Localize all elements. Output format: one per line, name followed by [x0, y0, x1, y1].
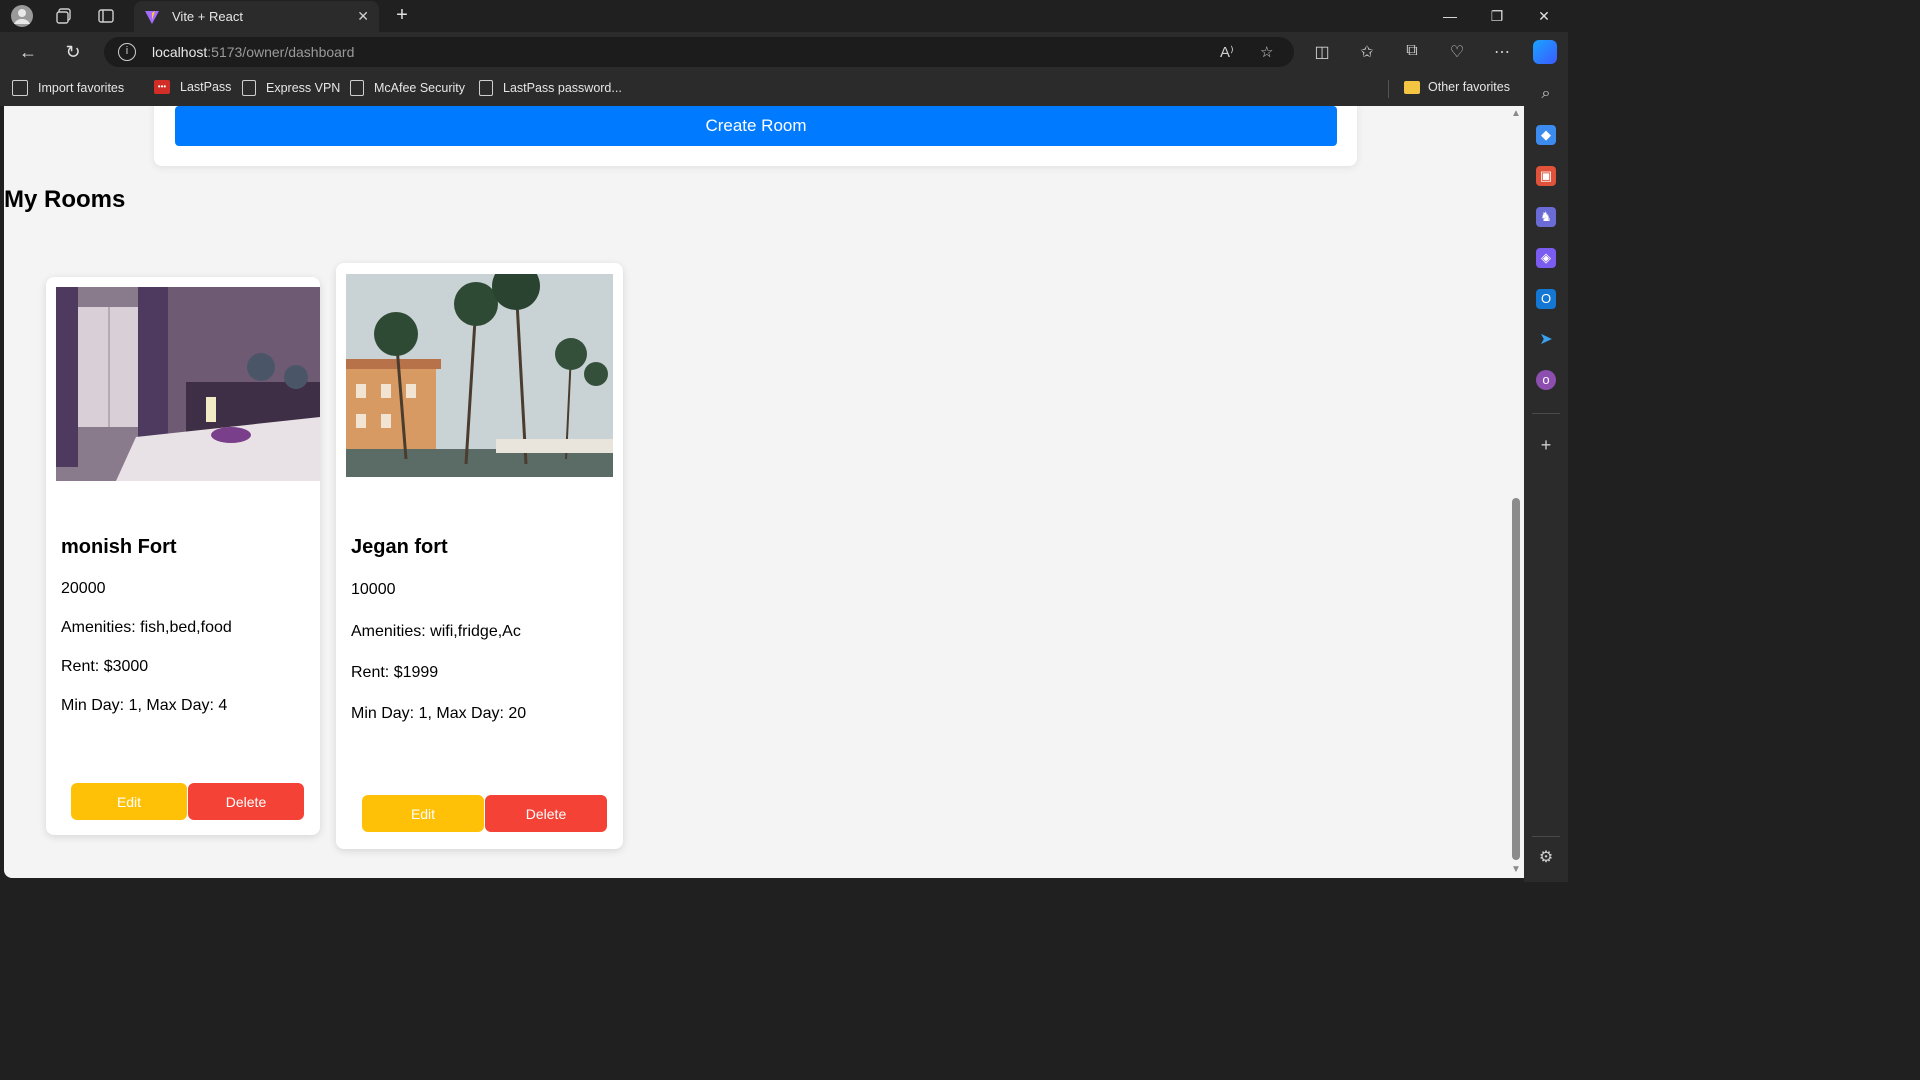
site-info-icon[interactable]: i	[118, 43, 136, 61]
sidebar-divider	[1532, 836, 1560, 837]
my-rooms-heading: My Rooms	[4, 186, 126, 213]
bookmark-other-favorites[interactable]: Other favorites	[1404, 80, 1510, 94]
collections-icon[interactable]: ⧉	[1401, 42, 1423, 60]
page-viewport: Create Room My Rooms monish Fort 20000 A…	[4, 106, 1510, 878]
room-rent: Rent: $1999	[351, 664, 439, 681]
room-days: Min Day: 1, Max Day: 4	[61, 697, 228, 714]
close-tab-icon[interactable]: ✕	[357, 8, 369, 25]
bookmark-lastpass-password[interactable]: LastPass password...	[479, 80, 622, 96]
more-menu-icon[interactable]: ⋯	[1491, 42, 1513, 62]
favorite-star-icon[interactable]: ☆	[1260, 43, 1273, 61]
page-icon	[350, 80, 364, 96]
tab-vite-react[interactable]: Vite + React ✕	[134, 1, 379, 32]
refresh-icon[interactable]: ↻	[61, 40, 85, 64]
scrollbar-thumb[interactable]	[1512, 498, 1520, 860]
address-bar[interactable]: i localhost:5173/owner/dashboard	[104, 37, 1294, 67]
add-icon[interactable]: +	[1536, 435, 1556, 455]
browser-essentials-icon[interactable]: ♡	[1446, 42, 1468, 62]
edit-button[interactable]: Edit	[71, 783, 187, 820]
bookmarks-divider	[1388, 80, 1389, 98]
settings-gear-icon[interactable]: ⚙	[1536, 848, 1556, 868]
workspaces-icon[interactable]	[52, 4, 76, 28]
vertical-tabs-icon[interactable]	[94, 4, 118, 28]
window-bottom-edge	[0, 878, 1524, 882]
room-image-bedroom	[56, 287, 320, 481]
bookmark-import-favorites[interactable]: Import favorites	[12, 80, 124, 96]
folder-icon	[1404, 80, 1420, 94]
room-image-palm-resort	[346, 274, 613, 477]
split-screen-icon[interactable]: ◫	[1311, 42, 1333, 62]
page-icon	[242, 80, 256, 96]
copilot-icon[interactable]	[1533, 40, 1557, 64]
tools-icon[interactable]: ▣	[1536, 166, 1556, 186]
room-price: 10000	[351, 581, 396, 598]
vite-icon	[145, 10, 159, 24]
room-name: monish Fort	[61, 536, 177, 558]
edit-button[interactable]: Edit	[362, 795, 484, 832]
room-days: Min Day: 1, Max Day: 20	[351, 705, 527, 722]
new-tab-icon[interactable]: +	[390, 4, 414, 27]
room-amenities: Amenities: wifi,fridge,Ac	[351, 623, 521, 640]
outlook-icon[interactable]: O	[1536, 289, 1556, 309]
url-host: localhost	[152, 44, 208, 60]
search-icon[interactable]: ⌕	[1536, 84, 1556, 104]
send-icon[interactable]: ➤	[1536, 330, 1556, 350]
bookmark-mcafee[interactable]: McAfee Security	[350, 80, 465, 96]
close-window-icon[interactable]: ✕	[1521, 0, 1567, 32]
bookmark-label: Express VPN	[266, 81, 341, 95]
bookmark-lastpass[interactable]: ••• LastPass	[154, 80, 231, 94]
lastpass-icon: •••	[154, 80, 170, 94]
room-amenities: Amenities: fish,bed,food	[61, 619, 232, 636]
sidebar-divider	[1532, 413, 1560, 414]
back-icon[interactable]: ←	[16, 40, 40, 64]
delete-button[interactable]: Delete	[188, 783, 304, 820]
bookmark-express-vpn[interactable]: Express VPN	[242, 80, 340, 96]
bookmark-label: Import favorites	[38, 81, 125, 95]
microsoft-365-icon[interactable]: ◈	[1536, 248, 1556, 268]
profile-icon[interactable]	[10, 4, 34, 28]
bookmark-label: LastPass	[180, 80, 232, 94]
room-name: Jegan fort	[351, 536, 448, 558]
edge-sidebar	[1524, 72, 1568, 882]
extension-o-icon[interactable]: o	[1536, 370, 1556, 390]
scroll-up-arrow-icon[interactable]: ▲	[1510, 108, 1522, 119]
scroll-down-arrow-icon[interactable]: ▼	[1510, 864, 1522, 875]
import-icon	[12, 80, 28, 96]
favorites-icon[interactable]: ✩	[1356, 42, 1378, 62]
room-rent: Rent: $3000	[61, 658, 149, 675]
bookmark-label: LastPass password...	[503, 81, 622, 95]
read-aloud-icon[interactable]: A⁾	[1220, 43, 1234, 61]
minimize-icon[interactable]: —	[1427, 0, 1473, 32]
tab-title: Vite + React	[172, 9, 243, 24]
bookmark-label: Other favorites	[1428, 80, 1510, 94]
delete-button[interactable]: Delete	[485, 795, 607, 832]
room-price: 20000	[61, 580, 106, 597]
shopping-icon[interactable]: ◆	[1536, 125, 1556, 145]
restore-icon[interactable]: ❐	[1474, 0, 1520, 32]
url-path: :5173/owner/dashboard	[207, 44, 355, 60]
games-icon[interactable]: ♞	[1536, 207, 1556, 227]
create-room-button[interactable]: Create Room	[175, 106, 1337, 146]
page-icon	[479, 80, 493, 96]
bookmark-label: McAfee Security	[374, 81, 466, 95]
